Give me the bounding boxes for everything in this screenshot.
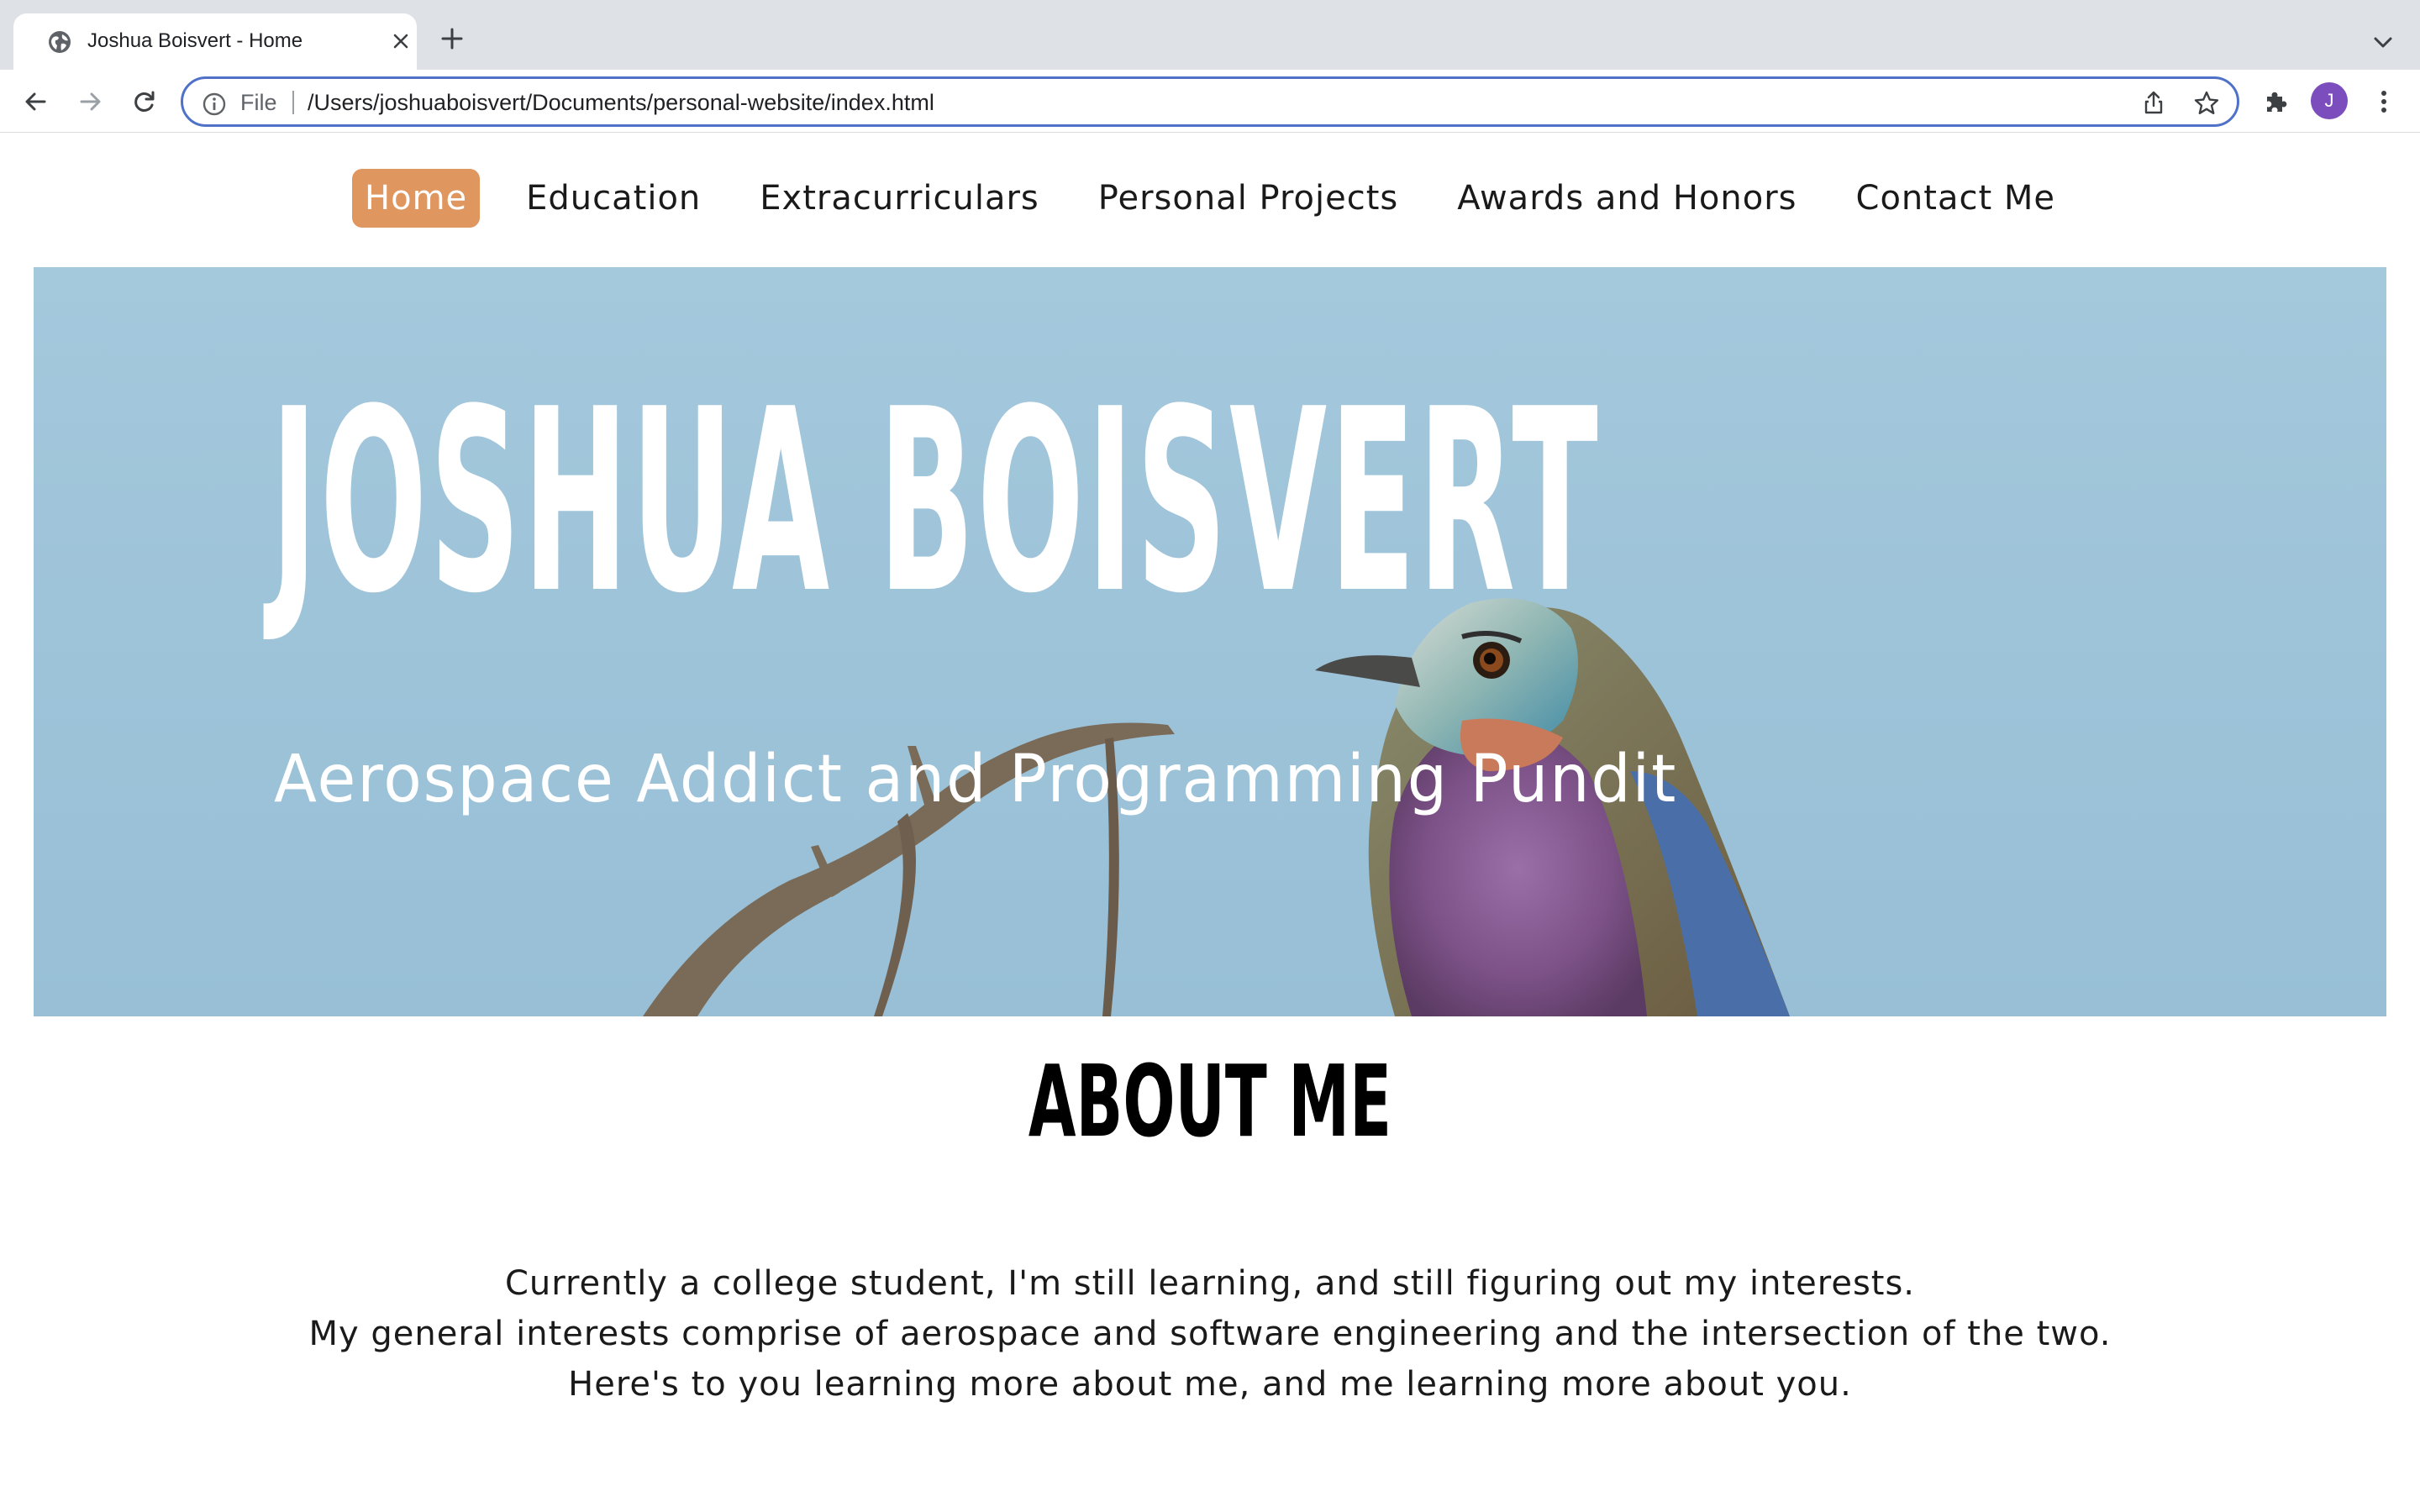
- info-icon[interactable]: [202, 92, 227, 117]
- about-body: Currently a college student, I'm still l…: [0, 1258, 2420, 1410]
- profile-avatar[interactable]: J: [2311, 82, 2348, 119]
- about-line: Here's to you learning more about me, an…: [568, 1365, 1852, 1404]
- page-viewport: Home Education Extracurriculars Personal…: [0, 133, 2420, 1512]
- kebab-menu-icon[interactable]: [2371, 88, 2396, 115]
- close-icon[interactable]: [390, 30, 412, 52]
- nav-extracurriculars[interactable]: Extracurriculars: [747, 169, 1051, 228]
- tab-strip: Joshua Boisvert - Home: [0, 0, 2420, 70]
- chevron-down-icon[interactable]: [2371, 32, 2395, 52]
- nav-education[interactable]: Education: [513, 169, 713, 228]
- browser-tab[interactable]: Joshua Boisvert - Home: [13, 13, 417, 70]
- star-icon[interactable]: [2193, 90, 2220, 117]
- site-nav: Home Education Extracurriculars Personal…: [0, 165, 2420, 232]
- nav-awards-and-honors[interactable]: Awards and Honors: [1444, 169, 1809, 228]
- puzzle-icon[interactable]: [2262, 88, 2289, 115]
- hero-name: JOSHUA BOISVERT: [271, 355, 1601, 648]
- nav-home[interactable]: Home: [352, 169, 481, 228]
- plus-icon[interactable]: [440, 27, 464, 50]
- share-icon[interactable]: [2141, 90, 2166, 115]
- back-arrow-icon[interactable]: [22, 88, 49, 115]
- hero-banner: JOSHUA BOISVERT Aerospace Addict and Pro…: [34, 267, 2386, 1016]
- address-bar[interactable]: File /Users/joshuaboisvert/Documents/per…: [181, 76, 2239, 127]
- url-divider: [292, 91, 294, 114]
- nav-contact-me[interactable]: Contact Me: [1844, 169, 2068, 228]
- browser-toolbar: File /Users/joshuaboisvert/Documents/per…: [0, 70, 2420, 133]
- hero-tagline: Aerospace Addict and Programming Pundit: [274, 742, 1678, 817]
- about-line: Currently a college student, I'm still l…: [504, 1264, 1916, 1303]
- about-title: ABOUT ME: [1028, 1043, 1392, 1159]
- scheme-label: File: [240, 90, 277, 115]
- globe-icon: [49, 31, 71, 53]
- url-text[interactable]: /Users/joshuaboisvert/Documents/personal…: [308, 89, 934, 116]
- reload-icon[interactable]: [131, 88, 158, 115]
- tab-title: Joshua Boisvert - Home: [87, 29, 303, 52]
- about-line: My general interests comprise of aerospa…: [308, 1315, 2112, 1353]
- forward-arrow-icon[interactable]: [77, 88, 104, 115]
- nav-personal-projects[interactable]: Personal Projects: [1086, 169, 1411, 228]
